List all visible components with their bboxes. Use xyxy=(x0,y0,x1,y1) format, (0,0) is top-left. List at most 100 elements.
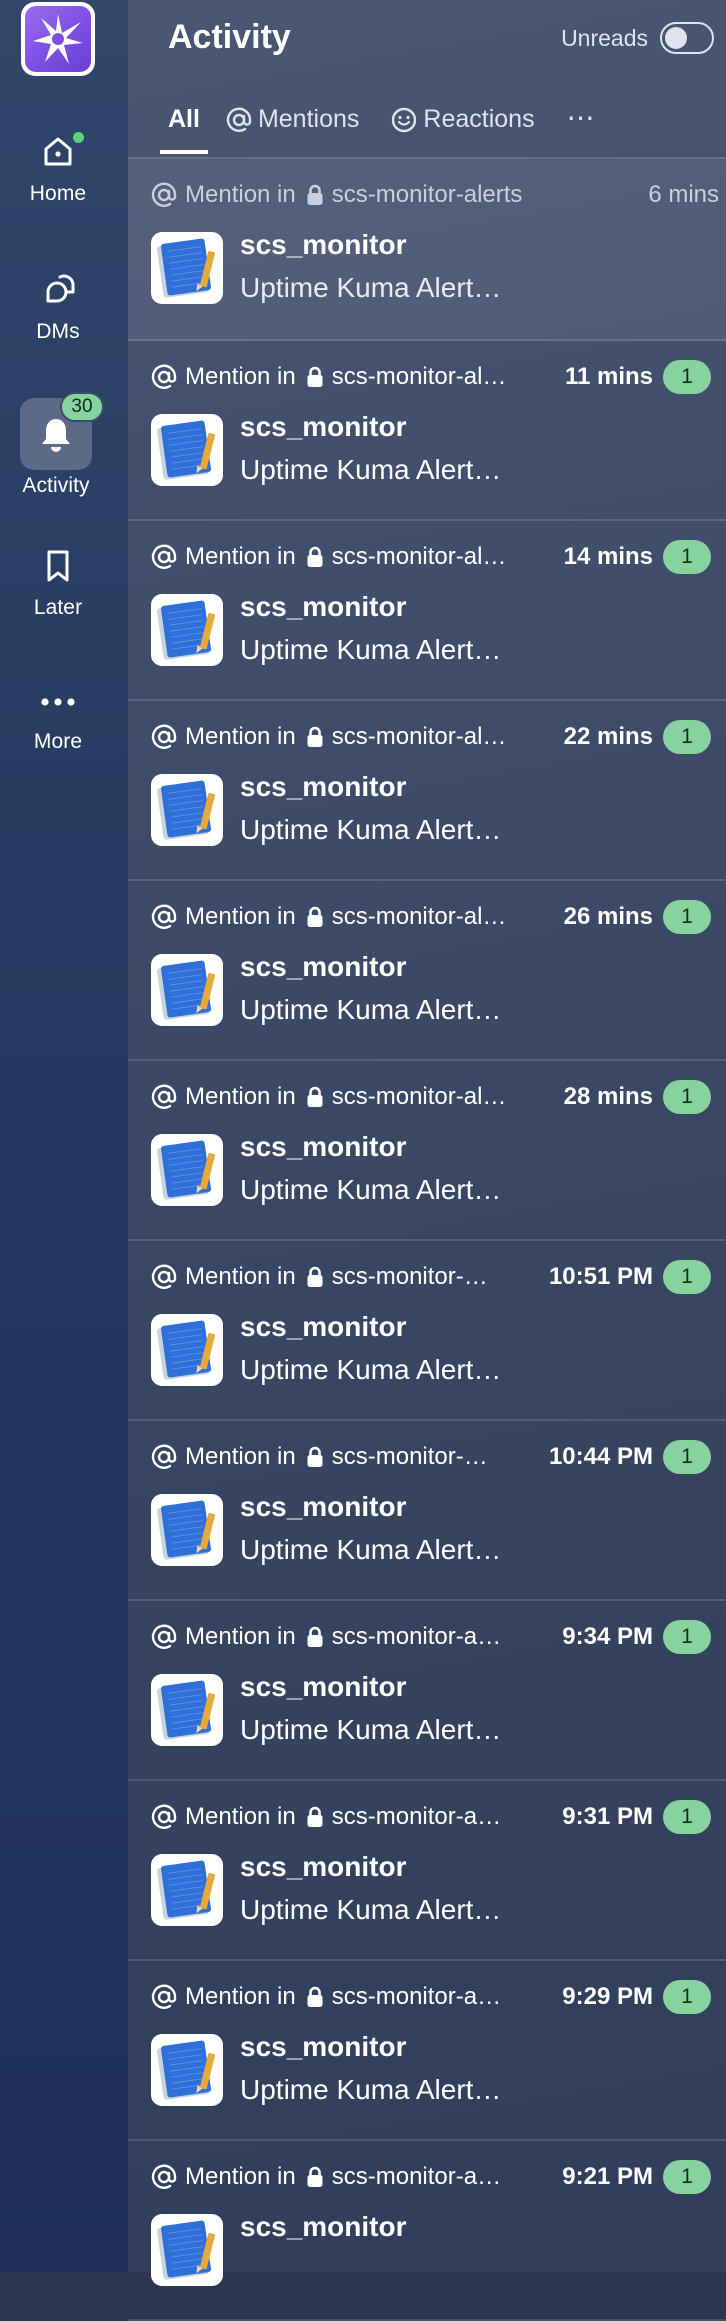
tab-label: Reactions xyxy=(423,105,535,133)
avatar[interactable] xyxy=(151,774,223,846)
notebook-pencil-icon xyxy=(157,780,216,840)
sidebar-item-dms[interactable]: DMs xyxy=(0,262,116,344)
notebook-pencil-icon xyxy=(157,420,216,480)
unreads-toggle[interactable] xyxy=(660,22,714,54)
item-timestamp: 10:51 PM xyxy=(548,1263,653,1290)
item-header: Mention in scs-monitor-alerts 6 mins xyxy=(151,180,719,210)
mention-label: Mention in xyxy=(185,1443,296,1470)
channel-name[interactable]: scs-monitor-alerts xyxy=(332,181,635,209)
smiley-icon xyxy=(392,107,417,133)
tab-all[interactable]: All xyxy=(160,90,208,154)
channel-name[interactable]: scs-monitor-a… xyxy=(332,1623,549,1651)
activity-item[interactable]: Mention in scs-monitor-a… 9:29 PM 1 scs_… xyxy=(128,1961,726,2141)
notebook-pencil-icon xyxy=(157,1680,216,1740)
home-icon xyxy=(44,137,72,166)
activity-item[interactable]: Mention in scs-monitor-… 10:51 PM 1 scs_… xyxy=(128,1241,726,1421)
message-preview: Uptime Kuma Alert… xyxy=(240,1354,502,1385)
unread-count-badge: 1 xyxy=(663,360,711,394)
lock-icon xyxy=(307,2166,323,2187)
more-icon-box xyxy=(22,678,94,726)
sidebar-item-more[interactable]: More xyxy=(0,678,116,754)
avatar[interactable] xyxy=(151,1134,223,1206)
sidebar-item-label: Home xyxy=(29,182,87,205)
item-header: Mention in scs-monitor-a… 9:21 PM 1 xyxy=(151,2160,711,2194)
item-timestamp: 11 mins xyxy=(564,363,653,390)
sidebar-item-activity[interactable]: 30 Activity xyxy=(0,392,114,498)
lock-icon xyxy=(307,726,323,747)
lock-icon xyxy=(307,1266,323,1287)
activity-item[interactable]: Mention in scs-monitor-… 10:44 PM 1 scs_… xyxy=(128,1421,726,1601)
message-preview: Uptime Kuma Alert… xyxy=(240,272,502,303)
avatar[interactable] xyxy=(151,2034,223,2106)
sidebar-item-home[interactable]: Home xyxy=(0,124,116,206)
activity-item[interactable]: Mention in scs-monitor-alerts 6 mins scs… xyxy=(128,159,726,341)
sidebar-item-label: DMs xyxy=(36,320,80,343)
mention-at-icon xyxy=(151,1264,177,1289)
workspace-rail: Home DMs 30 Activity Later More xyxy=(0,0,128,2272)
toggle-knob xyxy=(665,27,687,49)
sender-name: scs_monitor xyxy=(240,771,407,802)
activity-tabs: All Mentions Reactions ⋯ xyxy=(160,90,629,156)
mention-at-icon xyxy=(151,2164,177,2189)
activity-item[interactable]: Mention in scs-monitor-a… 9:34 PM 1 scs_… xyxy=(128,1601,726,1781)
activity-item[interactable]: Mention in scs-monitor-al… 26 mins 1 scs… xyxy=(128,881,726,1061)
activity-item[interactable]: Mention in scs-monitor-a… 9:21 PM 1 scs_… xyxy=(128,2141,726,2321)
workspace-logo[interactable] xyxy=(21,2,95,76)
tab-mentions[interactable]: Mentions xyxy=(226,90,359,154)
item-timestamp: 14 mins xyxy=(563,543,653,570)
activity-item[interactable]: Mention in scs-monitor-al… 22 mins 1 scs… xyxy=(128,701,726,881)
later-icon-box xyxy=(22,540,94,592)
sender-name: scs_monitor xyxy=(240,2031,407,2062)
avatar[interactable] xyxy=(151,954,223,1026)
activity-item[interactable]: Mention in scs-monitor-a… 9:31 PM 1 scs_… xyxy=(128,1781,726,1961)
mention-at-icon xyxy=(151,904,177,929)
tab-reactions[interactable]: Reactions xyxy=(391,90,535,154)
mention-label: Mention in xyxy=(185,181,296,208)
unread-count-badge: 1 xyxy=(663,2160,711,2194)
activity-item[interactable]: Mention in scs-monitor-al… 14 mins 1 scs… xyxy=(128,521,726,701)
tab-more[interactable]: ⋯ xyxy=(567,90,597,154)
avatar[interactable] xyxy=(151,2214,223,2286)
channel-name[interactable]: scs-monitor-a… xyxy=(332,1803,549,1831)
mention-label: Mention in xyxy=(185,1623,296,1650)
channel-name[interactable]: scs-monitor-al… xyxy=(332,903,550,931)
channel-name[interactable]: scs-monitor-al… xyxy=(332,723,550,751)
sender-name: scs_monitor xyxy=(240,229,407,260)
avatar[interactable] xyxy=(151,1494,223,1566)
avatar[interactable] xyxy=(151,1674,223,1746)
mention-at-icon xyxy=(151,544,177,569)
item-header: Mention in scs-monitor-… 10:51 PM 1 xyxy=(151,1260,711,1294)
mention-at-icon xyxy=(151,1804,177,1829)
channel-name[interactable]: scs-monitor-… xyxy=(332,1263,535,1291)
avatar[interactable] xyxy=(151,414,223,486)
item-timestamp: 9:31 PM xyxy=(562,1803,653,1830)
channel-name[interactable]: scs-monitor-a… xyxy=(332,1983,549,2011)
avatar[interactable] xyxy=(151,232,223,304)
sidebar-item-label: Activity xyxy=(22,474,90,497)
sidebar-item-later[interactable]: Later xyxy=(0,540,116,620)
channel-name[interactable]: scs-monitor-al… xyxy=(332,1083,550,1111)
unread-count-badge: 1 xyxy=(663,900,711,934)
item-header: Mention in scs-monitor-… 10:44 PM 1 xyxy=(151,1440,711,1474)
channel-name[interactable]: scs-monitor-a… xyxy=(332,2163,549,2191)
unread-count-badge: 1 xyxy=(663,1080,711,1114)
item-header: Mention in scs-monitor-al… 28 mins 1 xyxy=(151,1080,711,1114)
avatar[interactable] xyxy=(151,1854,223,1926)
item-timestamp: 9:29 PM xyxy=(562,1983,653,2010)
lock-icon xyxy=(307,366,323,387)
channel-name[interactable]: scs-monitor-al… xyxy=(332,543,550,571)
avatar[interactable] xyxy=(151,1314,223,1386)
unread-count-badge: 1 xyxy=(663,1800,711,1834)
channel-name[interactable]: scs-monitor-… xyxy=(332,1443,535,1471)
tab-label: All xyxy=(168,105,200,133)
sender-name: scs_monitor xyxy=(240,1311,407,1342)
mention-label: Mention in xyxy=(185,543,296,570)
avatar[interactable] xyxy=(151,594,223,666)
message-preview: Uptime Kuma Alert… xyxy=(240,1894,502,1925)
activity-item[interactable]: Mention in scs-monitor-al… 28 mins 1 scs… xyxy=(128,1061,726,1241)
sender-name: scs_monitor xyxy=(240,951,407,982)
activity-item[interactable]: Mention in scs-monitor-al… 11 mins 1 scs… xyxy=(128,341,726,521)
mention-label: Mention in xyxy=(185,903,296,930)
channel-name[interactable]: scs-monitor-al… xyxy=(332,363,551,391)
item-timestamp: 26 mins xyxy=(563,903,653,930)
